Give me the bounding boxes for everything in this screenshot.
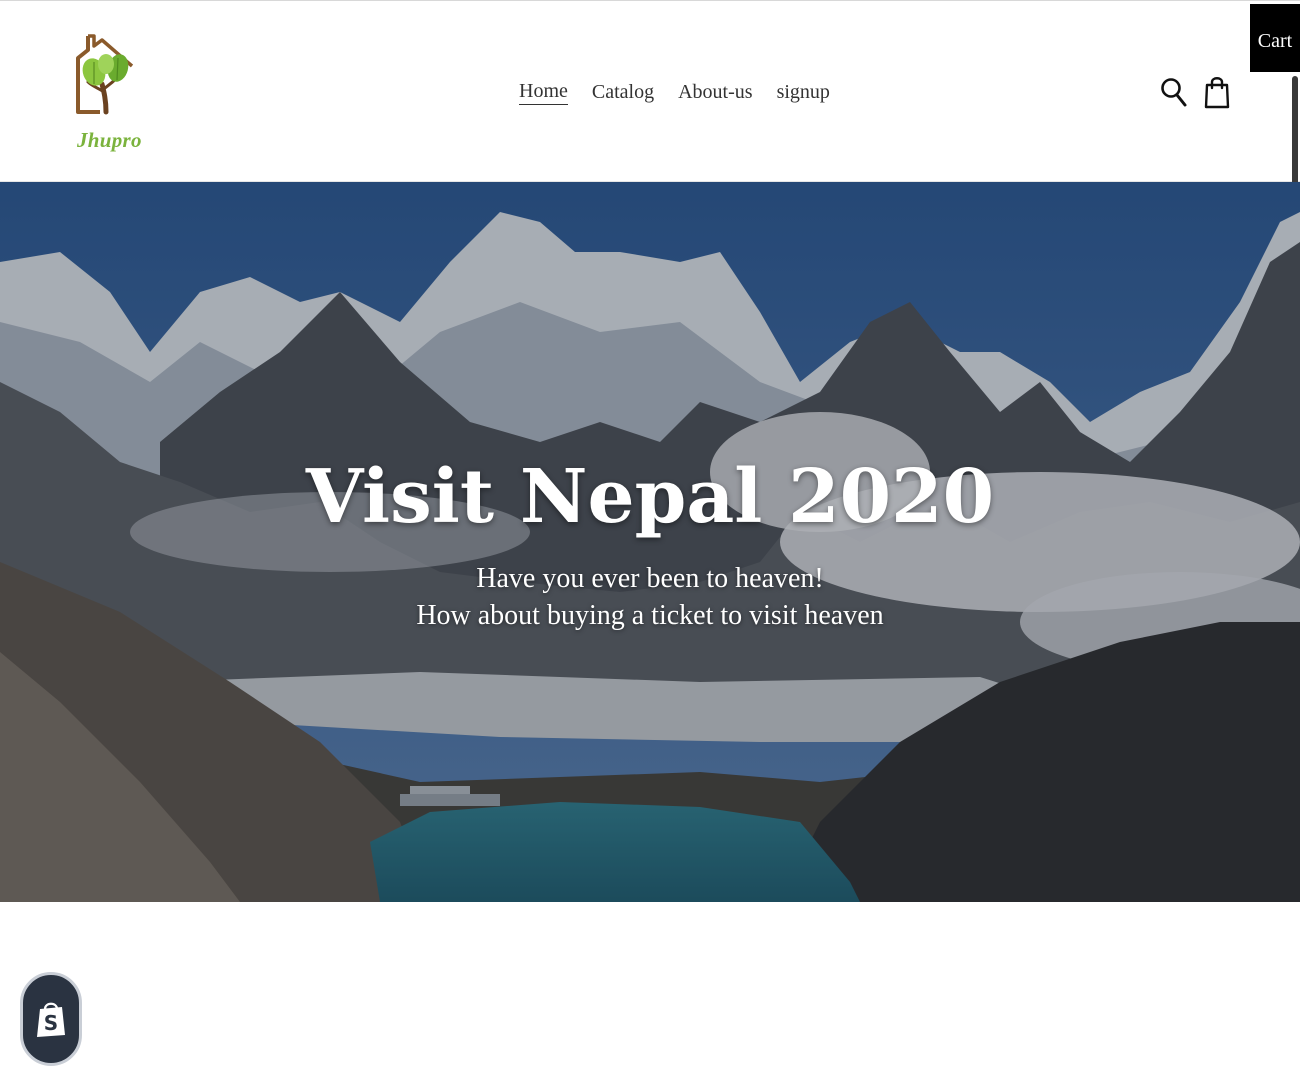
- shopping-bag-icon: [1204, 77, 1230, 109]
- hero-subtitle-line1: Have you ever been to heaven!: [476, 563, 824, 594]
- nav-catalog[interactable]: Catalog: [592, 78, 654, 106]
- page: Jhupro Home Catalog About-us signup Cart: [0, 0, 1300, 1070]
- main-nav: Home Catalog About-us signup: [519, 78, 830, 108]
- search-icon: [1161, 78, 1187, 107]
- logo-text: Jhupro: [77, 128, 142, 152]
- hero-banner: Visit Nepal 2020 Have you ever been to h…: [0, 182, 1300, 902]
- nav-about-us[interactable]: About-us: [678, 78, 752, 106]
- top-border: [0, 0, 1300, 1]
- nav-signup[interactable]: signup: [777, 78, 830, 106]
- search-button[interactable]: [1156, 72, 1192, 112]
- site-header: Jhupro Home Catalog About-us signup Cart: [0, 0, 1300, 182]
- shopify-icon: S: [37, 1002, 65, 1037]
- nav-home[interactable]: Home: [519, 78, 568, 105]
- cart-button[interactable]: [1199, 72, 1235, 112]
- cart-drawer-button[interactable]: Cart: [1250, 4, 1300, 72]
- hero-title: Visit Nepal 2020: [305, 454, 995, 540]
- hero-overlay: [0, 182, 1300, 902]
- site-logo[interactable]: Jhupro: [62, 28, 150, 160]
- shopify-badge-button[interactable]: S: [20, 972, 82, 1066]
- hero-subtitle-line2: How about buying a ticket to visit heave…: [416, 600, 884, 631]
- svg-text:S: S: [44, 1011, 58, 1035]
